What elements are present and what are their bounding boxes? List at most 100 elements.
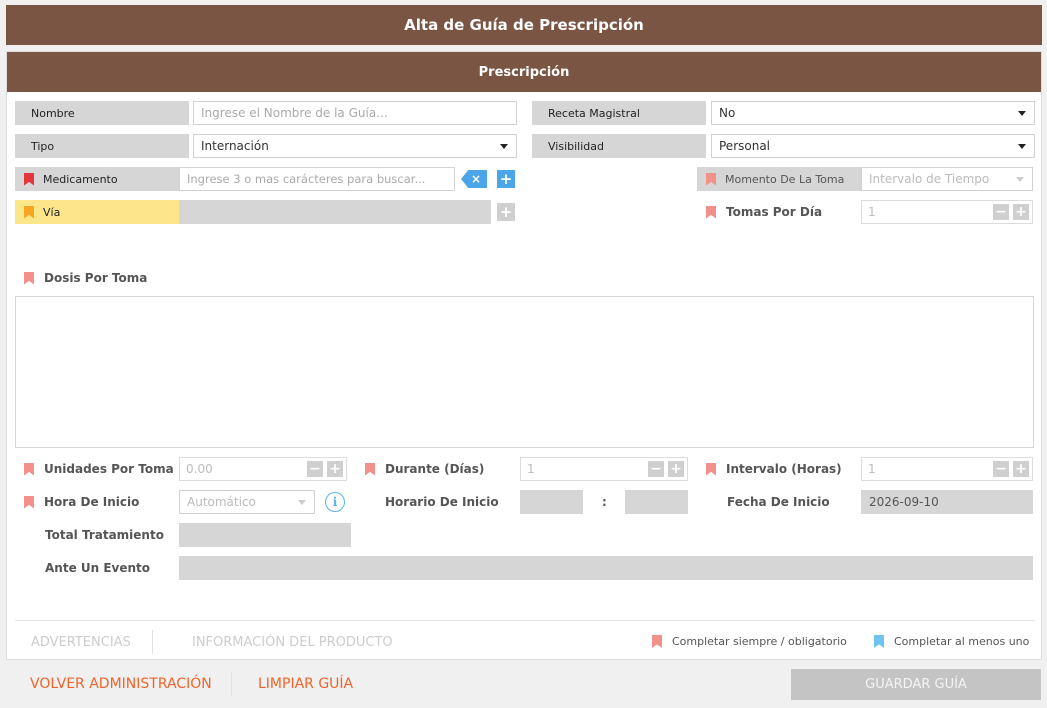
- add-medicamento-button[interactable]: +: [497, 170, 515, 188]
- via-label: Vía: [15, 200, 179, 224]
- bookmark-icon: [706, 173, 716, 186]
- bookmark-icon: [24, 272, 34, 285]
- plus-icon: +: [499, 169, 513, 188]
- horario-inicio-hours[interactable]: [520, 490, 583, 514]
- bookmark-icon: [652, 635, 662, 648]
- unidades-por-toma-stepper[interactable]: 0.00 − +: [179, 457, 347, 481]
- medicamento-label-text: Medicamento: [43, 172, 118, 186]
- tomas-por-dia-stepper[interactable]: 1 − +: [861, 200, 1033, 224]
- footer-separator: [231, 672, 232, 696]
- medicamento-placeholder: Ingrese 3 o mas carácteres para buscar..…: [187, 172, 426, 186]
- unidades-por-toma-label: Unidades Por Toma: [15, 457, 179, 481]
- receta-magistral-value: No: [719, 106, 736, 120]
- prescription-panel: Prescripción Nombre Ingrese el Nombre de…: [6, 51, 1042, 660]
- bookmark-icon: [706, 463, 716, 476]
- hora-inicio-value: Automático: [187, 495, 256, 509]
- guardar-guia-button[interactable]: GUARDAR GUÍA: [791, 669, 1041, 700]
- momento-toma-select[interactable]: Intervalo de Tiempo: [861, 167, 1033, 191]
- dosis-por-toma-label-text: Dosis Por Toma: [44, 271, 148, 285]
- bookmark-icon: [365, 463, 375, 476]
- close-icon: ×: [470, 172, 482, 186]
- increment-button[interactable]: +: [327, 461, 343, 477]
- momento-toma-label: Momento De La Toma: [697, 167, 861, 191]
- tab-informacion-producto[interactable]: INFORMACIÓN DEL PRODUCTO: [192, 635, 393, 650]
- fecha-inicio-label: Fecha De Inicio: [727, 495, 830, 509]
- medicamento-label: Medicamento: [15, 167, 179, 191]
- legend-al-menos-uno: Completar al menos uno: [874, 635, 1029, 648]
- chevron-down-icon: [298, 499, 306, 505]
- info-icon[interactable]: i: [325, 492, 345, 512]
- panel-title: Prescripción: [7, 52, 1041, 92]
- durante-dias-value: 1: [527, 462, 535, 476]
- bookmark-icon: [706, 206, 716, 219]
- visibilidad-label: Visibilidad: [532, 134, 706, 158]
- nombre-input[interactable]: Ingrese el Nombre de la Guía...: [193, 101, 517, 125]
- decrement-button[interactable]: −: [993, 461, 1009, 477]
- medicamento-search-input[interactable]: Ingrese 3 o mas carácteres para buscar..…: [179, 167, 455, 191]
- via-input[interactable]: [179, 200, 491, 224]
- chevron-down-icon: [1016, 176, 1024, 182]
- durante-dias-stepper[interactable]: 1 − +: [520, 457, 688, 481]
- nombre-placeholder: Ingrese el Nombre de la Guía...: [201, 106, 388, 120]
- horario-inicio-minutes[interactable]: [625, 490, 688, 514]
- tomas-por-dia-value: 1: [868, 205, 876, 219]
- hora-inicio-label: Hora De Inicio: [15, 490, 179, 514]
- durante-dias-label: Durante (Días): [356, 457, 520, 481]
- chevron-down-icon: [1018, 110, 1026, 116]
- tab-advertencias[interactable]: ADVERTENCIAS: [31, 635, 131, 650]
- intervalo-horas-label: Intervalo (Horas): [697, 457, 861, 481]
- intervalo-horas-value: 1: [868, 462, 876, 476]
- plus-icon: +: [499, 202, 513, 221]
- via-label-text: Vía: [43, 205, 61, 219]
- tomas-por-dia-label: Tomas Por Día: [697, 200, 861, 224]
- increment-button[interactable]: +: [668, 461, 684, 477]
- chevron-down-icon: [1018, 143, 1026, 149]
- bookmark-icon: [874, 635, 884, 648]
- bookmark-icon: [24, 206, 34, 219]
- increment-button[interactable]: +: [1013, 204, 1029, 220]
- visibilidad-value: Personal: [719, 139, 771, 153]
- hora-inicio-label-text: Hora De Inicio: [44, 495, 140, 509]
- chevron-down-icon: [500, 143, 508, 149]
- intervalo-horas-label-text: Intervalo (Horas): [726, 462, 842, 476]
- unidades-por-toma-label-text: Unidades Por Toma: [44, 462, 174, 476]
- bookmark-icon: [24, 496, 34, 509]
- nombre-label: Nombre: [15, 101, 189, 125]
- horario-inicio-label: Horario De Inicio: [385, 495, 499, 509]
- tipo-select[interactable]: Internación: [193, 134, 517, 158]
- unidades-por-toma-value: 0.00: [186, 462, 213, 476]
- tipo-value: Internación: [201, 139, 269, 153]
- divider: [15, 620, 1035, 621]
- volver-administracion-button[interactable]: VOLVER ADMINISTRACIÓN: [30, 676, 212, 692]
- decrement-button[interactable]: −: [993, 204, 1009, 220]
- tipo-label: Tipo: [15, 134, 189, 158]
- receta-magistral-select[interactable]: No: [711, 101, 1035, 125]
- dosis-por-toma-label: Dosis Por Toma: [15, 266, 315, 290]
- decrement-button[interactable]: −: [307, 461, 323, 477]
- increment-button[interactable]: +: [1013, 461, 1029, 477]
- tab-separator: [152, 630, 153, 654]
- momento-toma-value: Intervalo de Tiempo: [869, 172, 990, 186]
- ante-evento-input[interactable]: [179, 556, 1033, 580]
- visibilidad-select[interactable]: Personal: [711, 134, 1035, 158]
- ante-evento-label: Ante Un Evento: [45, 561, 151, 575]
- durante-dias-label-text: Durante (Días): [385, 462, 485, 476]
- limpiar-guia-button[interactable]: LIMPIAR GUÍA: [258, 676, 353, 692]
- receta-magistral-label: Receta Magistral: [532, 101, 706, 125]
- momento-toma-label-text: Momento De La Toma: [725, 172, 845, 186]
- hora-inicio-select[interactable]: Automático: [179, 490, 315, 514]
- intervalo-horas-stepper[interactable]: 1 − +: [861, 457, 1033, 481]
- window-title: Alta de Guía de Prescripción: [6, 5, 1042, 45]
- legend-al-menos-uno-text: Completar al menos uno: [894, 635, 1030, 648]
- total-tratamiento-label: Total Tratamiento: [45, 528, 164, 542]
- total-tratamiento-input[interactable]: [179, 523, 351, 547]
- add-via-button[interactable]: +: [497, 203, 515, 221]
- tomas-por-dia-label-text: Tomas Por Día: [726, 205, 823, 219]
- fecha-inicio-value: 2026-09-10: [869, 495, 939, 509]
- dosis-por-toma-textarea[interactable]: [15, 296, 1034, 448]
- clear-medicamento-button[interactable]: ×: [461, 170, 487, 188]
- decrement-button[interactable]: −: [648, 461, 664, 477]
- fecha-inicio-input[interactable]: 2026-09-10: [861, 490, 1033, 514]
- bookmark-icon: [24, 463, 34, 476]
- info-glyph: i: [332, 495, 338, 509]
